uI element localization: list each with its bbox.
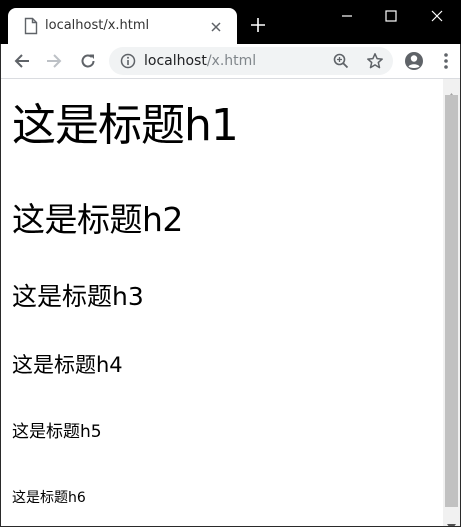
address-bar[interactable]: localhost/x.html (109, 47, 393, 75)
zoom-icon[interactable] (333, 53, 349, 69)
tab-strip: localhost/x.html (0, 0, 461, 44)
window-border-left (0, 44, 1, 527)
arrow-left-icon (14, 54, 29, 68)
back-button[interactable] (10, 49, 34, 73)
url-path: /x.html (206, 53, 257, 69)
heading-h5: 这是标题h5 (12, 422, 102, 442)
close-window-button[interactable] (414, 0, 460, 30)
page-content: 这是标题h1 这是标题h2 这是标题h3 这是标题h4 这是标题h5 这是标题h… (1, 79, 443, 526)
star-icon[interactable] (366, 52, 384, 70)
browser-toolbar: localhost/x.html (1, 44, 460, 79)
close-icon (431, 10, 443, 22)
scrollbar-thumb[interactable] (445, 95, 458, 507)
url-text[interactable]: localhost/x.html (144, 52, 256, 70)
heading-h4: 这是标题h4 (12, 353, 123, 377)
maximize-icon (385, 10, 397, 22)
heading-h6: 这是标题h6 (12, 490, 86, 506)
tab-close-icon[interactable] (209, 19, 223, 33)
heading-h1: 这是标题h1 (12, 100, 239, 151)
scroll-up-arrow-icon[interactable] (447, 84, 456, 99)
minimize-icon (342, 15, 352, 17)
heading-h3: 这是标题h3 (12, 282, 144, 311)
vertical-scrollbar[interactable] (443, 79, 460, 526)
reload-button[interactable] (76, 49, 100, 73)
reload-icon (81, 54, 95, 68)
url-host: localhost (144, 53, 207, 69)
more-vertical-icon[interactable] (438, 52, 454, 70)
document-icon (23, 17, 39, 35)
info-icon[interactable] (120, 53, 136, 69)
new-tab-icon[interactable] (250, 17, 266, 33)
tab-title: localhost/x.html (45, 18, 150, 33)
browser-tab[interactable]: localhost/x.html (8, 8, 237, 44)
browser-window: localhost/x.html localhost/x.html 这是标题h1… (0, 0, 461, 527)
forward-button[interactable] (42, 49, 66, 73)
maximize-button[interactable] (368, 0, 414, 30)
arrow-right-icon (47, 54, 62, 68)
minimize-button[interactable] (324, 0, 370, 30)
scroll-down-arrow-icon[interactable] (447, 515, 456, 526)
profile-icon[interactable] (404, 51, 424, 71)
page-viewport: 这是标题h1 这是标题h2 这是标题h3 这是标题h4 这是标题h5 这是标题h… (1, 79, 460, 526)
heading-h2: 这是标题h2 (12, 200, 183, 239)
